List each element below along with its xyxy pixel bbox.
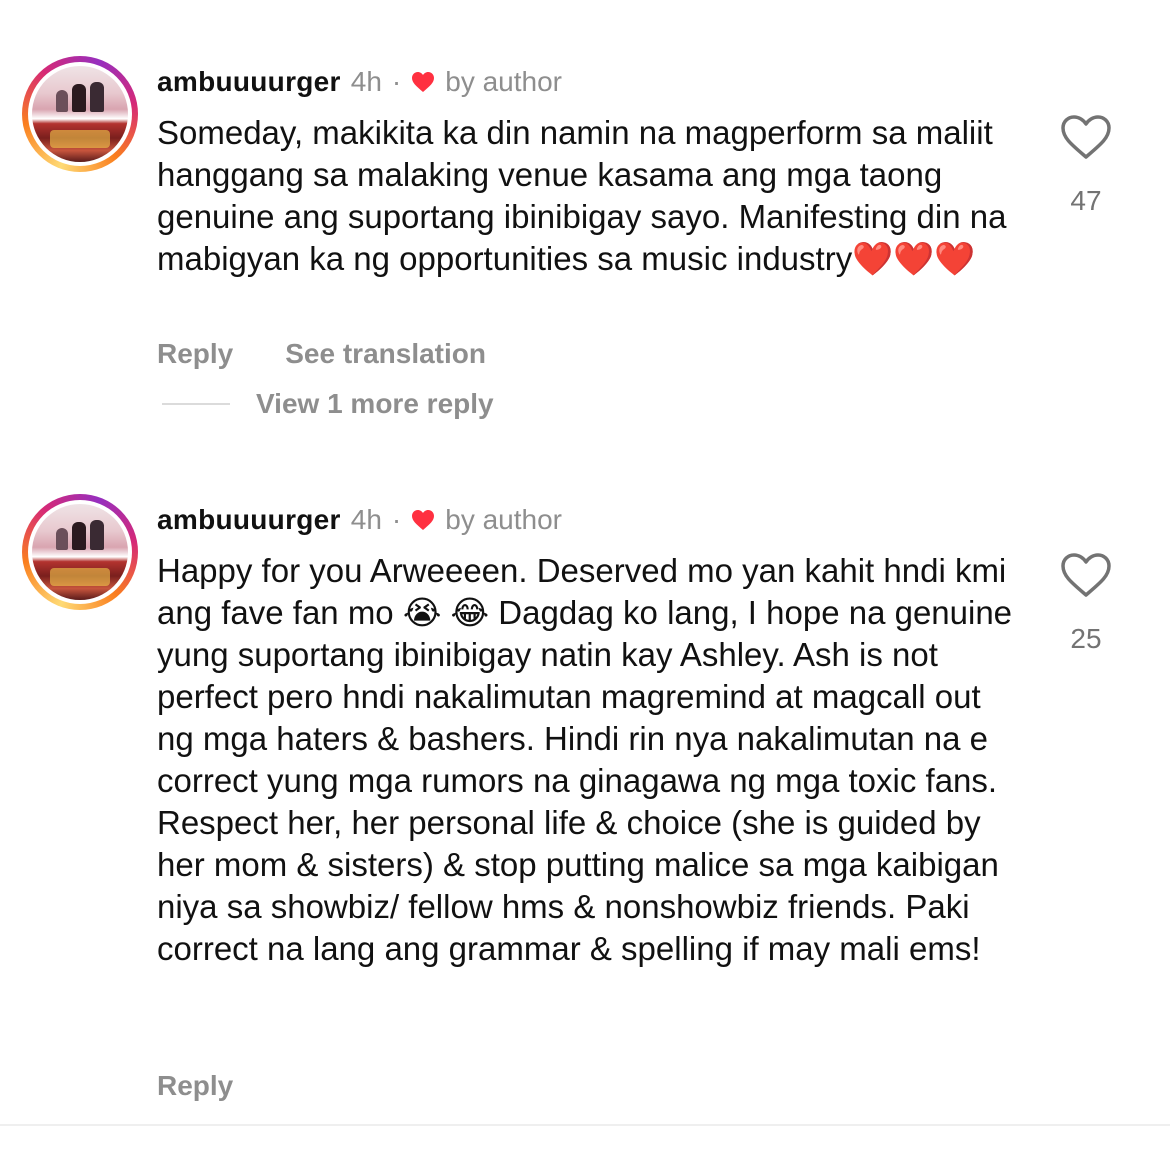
replies-divider-line — [162, 403, 230, 405]
heart-filled-icon — [411, 71, 435, 93]
heart-outline-icon[interactable] — [1060, 115, 1112, 164]
avatar[interactable] — [22, 494, 138, 610]
heart-filled-icon — [411, 509, 435, 531]
liked-by-author-label: by author — [445, 504, 562, 535]
comment-actions: Reply See translation — [157, 338, 486, 370]
like-count: 47 — [1070, 185, 1102, 216]
like-count: 25 — [1070, 623, 1102, 654]
meta-separator: · — [391, 66, 402, 97]
heart-outline-icon[interactable] — [1060, 553, 1112, 602]
timestamp: 4h — [350, 66, 382, 97]
reply-button[interactable]: Reply — [157, 338, 233, 370]
comment-text: Happy for you Arweeeen. Deserved mo yan … — [157, 552, 1013, 967]
avatar[interactable] — [22, 56, 138, 172]
username[interactable]: ambuuuurger — [157, 504, 341, 536]
comment-meta: ambuuuurger 4h · by author — [157, 502, 562, 538]
avatar-image — [32, 504, 128, 600]
like-control: 25 — [1058, 552, 1114, 655]
see-translation-button[interactable]: See translation — [285, 338, 486, 370]
comment-actions: Reply — [157, 1070, 233, 1102]
comment-text: Someday, makikita ka din namin na magper… — [157, 114, 1007, 277]
view-replies[interactable]: View 1 more reply — [162, 388, 494, 420]
view-replies-label[interactable]: View 1 more reply — [256, 388, 494, 420]
liked-by-author-label: by author — [445, 66, 562, 97]
reply-button[interactable]: Reply — [157, 1070, 233, 1102]
comment-meta: ambuuuurger 4h · by author — [157, 64, 562, 100]
timestamp: 4h — [350, 504, 382, 535]
avatar-image — [32, 66, 128, 162]
username[interactable]: ambuuuurger — [157, 66, 341, 98]
bottom-divider — [0, 1124, 1170, 1126]
meta-separator: · — [391, 504, 402, 535]
like-control: 47 — [1058, 114, 1114, 217]
